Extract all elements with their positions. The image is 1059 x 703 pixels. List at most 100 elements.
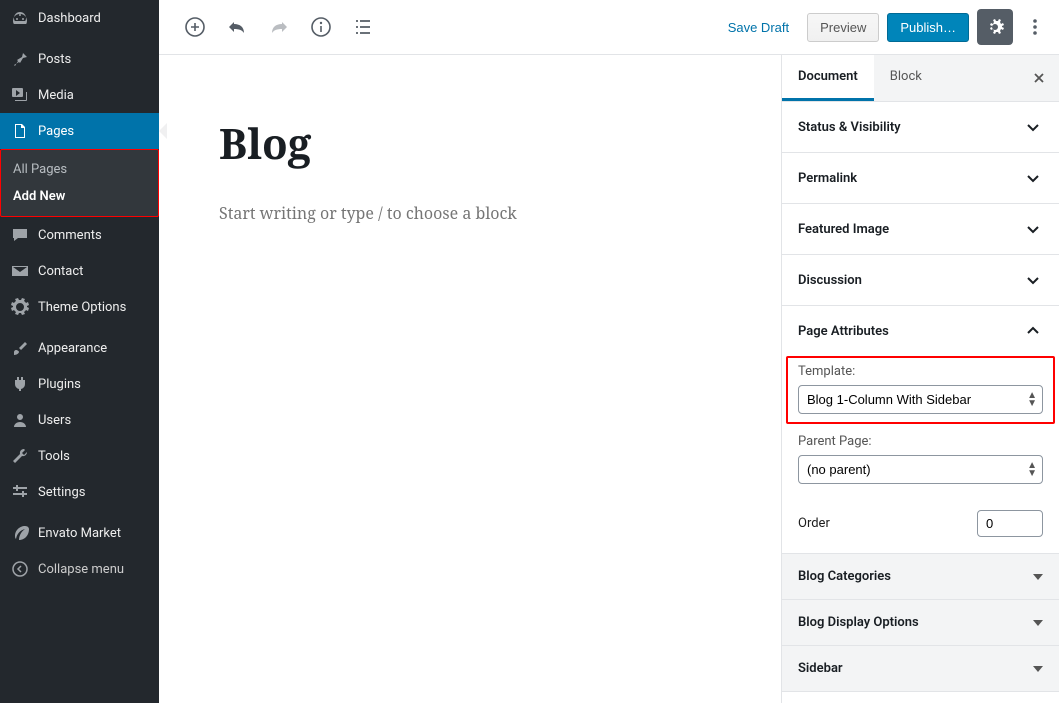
- submenu-all-pages[interactable]: All Pages: [1, 156, 158, 183]
- comments-icon: [10, 225, 30, 245]
- sidebar-item-comments[interactable]: Comments: [0, 217, 159, 253]
- parent-field-group: Parent Page: (no parent) ▲▼: [782, 434, 1059, 500]
- settings-sidebar: Document Block Status & Visibility Perma…: [781, 55, 1059, 703]
- panel-title: Discussion: [798, 273, 862, 288]
- chevron-up-icon: [1023, 321, 1043, 341]
- info-button[interactable]: [303, 9, 339, 45]
- page-title-input[interactable]: Blog: [219, 115, 721, 172]
- sidebar-label: Comments: [38, 228, 102, 243]
- main-area: Save Draft Preview Publish… Blog Start w…: [159, 0, 1059, 703]
- tab-block[interactable]: Block: [874, 55, 938, 101]
- sidebar-label: Appearance: [38, 341, 107, 356]
- sidebar-label: Collapse menu: [38, 562, 124, 577]
- sidebar-item-tools[interactable]: Tools: [0, 438, 159, 474]
- panel-title: Status & Visibility: [798, 120, 901, 135]
- settings-tabs: Document Block: [782, 55, 1059, 102]
- chevron-down-icon: [1023, 168, 1043, 188]
- gear-icon: [10, 297, 30, 317]
- undo-button[interactable]: [219, 9, 255, 45]
- sidebar-label: Dashboard: [38, 11, 101, 26]
- chevron-down-icon: [1023, 219, 1043, 239]
- outline-button[interactable]: [345, 9, 381, 45]
- parent-page-select[interactable]: (no parent): [798, 455, 1043, 484]
- template-select[interactable]: Blog 1-Column With Sidebar: [798, 385, 1043, 414]
- parent-label: Parent Page:: [798, 434, 1043, 449]
- sidebar-label: Envato Market: [38, 526, 121, 541]
- sidebar-item-media[interactable]: Media: [0, 77, 159, 113]
- collapse-icon: [10, 559, 30, 579]
- pages-submenu: All Pages Add New: [0, 149, 159, 217]
- editor-toolbar: Save Draft Preview Publish…: [159, 0, 1059, 55]
- sidebar-collapse[interactable]: Collapse menu: [0, 551, 159, 587]
- sidebar-label: Settings: [38, 485, 85, 500]
- order-field-group: Order: [782, 500, 1059, 553]
- leaf-icon: [10, 523, 30, 543]
- panel-page-attributes-header[interactable]: Page Attributes: [782, 306, 1059, 356]
- sidebar-label: Tools: [38, 449, 70, 464]
- chevron-down-icon: [1023, 117, 1043, 137]
- panel-title: Blog Categories: [798, 569, 891, 584]
- tab-document[interactable]: Document: [782, 55, 874, 101]
- plug-icon: [10, 374, 30, 394]
- panel-title: Blog Display Options: [798, 615, 919, 630]
- panel-blog-categories[interactable]: Blog Categories: [782, 554, 1059, 600]
- sidebar-label: Pages: [38, 124, 74, 139]
- panel-discussion[interactable]: Discussion: [782, 255, 1059, 306]
- sidebar-item-theme-options[interactable]: Theme Options: [0, 289, 159, 325]
- sidebar-item-pages[interactable]: Pages: [0, 113, 159, 149]
- order-label: Order: [798, 516, 830, 531]
- sidebar-label: Users: [38, 413, 71, 428]
- admin-sidebar: Dashboard Posts Media Pages All Pages Ad…: [0, 0, 159, 703]
- panel-title: Permalink: [798, 171, 857, 186]
- preview-button[interactable]: Preview: [807, 13, 879, 42]
- sidebar-label: Contact: [38, 264, 83, 279]
- panel-sidebar-options[interactable]: Sidebar: [782, 646, 1059, 692]
- publish-button[interactable]: Publish…: [887, 13, 969, 42]
- dashboard-icon: [10, 8, 30, 28]
- chevron-down-icon: [1023, 270, 1043, 290]
- more-button[interactable]: [1021, 9, 1049, 45]
- sidebar-label: Theme Options: [38, 300, 126, 315]
- envelope-icon: [10, 261, 30, 281]
- caret-down-icon: [1033, 620, 1043, 626]
- caret-down-icon: [1033, 666, 1043, 672]
- block-placeholder[interactable]: Start writing or type / to choose a bloc…: [219, 202, 721, 224]
- template-label: Template:: [798, 364, 1043, 379]
- save-draft-button[interactable]: Save Draft: [718, 14, 799, 41]
- template-field-group: Template: Blog 1-Column With Sidebar ▲▼: [786, 356, 1055, 424]
- submenu-add-new[interactable]: Add New: [1, 183, 158, 210]
- wrench-icon: [10, 446, 30, 466]
- editor-canvas[interactable]: Blog Start writing or type / to choose a…: [159, 55, 781, 703]
- redo-button[interactable]: [261, 9, 297, 45]
- panel-title: Sidebar: [798, 661, 843, 676]
- media-icon: [10, 85, 30, 105]
- sidebar-item-posts[interactable]: Posts: [0, 41, 159, 77]
- sidebar-item-users[interactable]: Users: [0, 402, 159, 438]
- sidebar-item-contact[interactable]: Contact: [0, 253, 159, 289]
- pages-icon: [10, 121, 30, 141]
- panel-page-attributes: Page Attributes Template: Blog 1-Column …: [782, 306, 1059, 554]
- panel-featured-image[interactable]: Featured Image: [782, 204, 1059, 255]
- close-settings-button[interactable]: [1019, 55, 1059, 101]
- sidebar-item-appearance[interactable]: Appearance: [0, 330, 159, 366]
- settings-button[interactable]: [977, 9, 1013, 45]
- order-input[interactable]: [977, 510, 1043, 537]
- panel-blog-display-options[interactable]: Blog Display Options: [782, 600, 1059, 646]
- panel-title: Page Attributes: [798, 324, 889, 339]
- caret-down-icon: [1033, 574, 1043, 580]
- sidebar-item-settings[interactable]: Settings: [0, 474, 159, 510]
- user-icon: [10, 410, 30, 430]
- sliders-icon: [10, 482, 30, 502]
- panel-status-visibility[interactable]: Status & Visibility: [782, 102, 1059, 153]
- panel-title: Featured Image: [798, 222, 889, 237]
- brush-icon: [10, 338, 30, 358]
- sidebar-label: Plugins: [38, 377, 81, 392]
- sidebar-label: Posts: [38, 52, 71, 67]
- add-block-button[interactable]: [177, 9, 213, 45]
- panel-permalink[interactable]: Permalink: [782, 153, 1059, 204]
- sidebar-item-dashboard[interactable]: Dashboard: [0, 0, 159, 36]
- sidebar-item-envato-market[interactable]: Envato Market: [0, 515, 159, 551]
- pushpin-icon: [10, 49, 30, 69]
- sidebar-item-plugins[interactable]: Plugins: [0, 366, 159, 402]
- sidebar-label: Media: [38, 88, 74, 103]
